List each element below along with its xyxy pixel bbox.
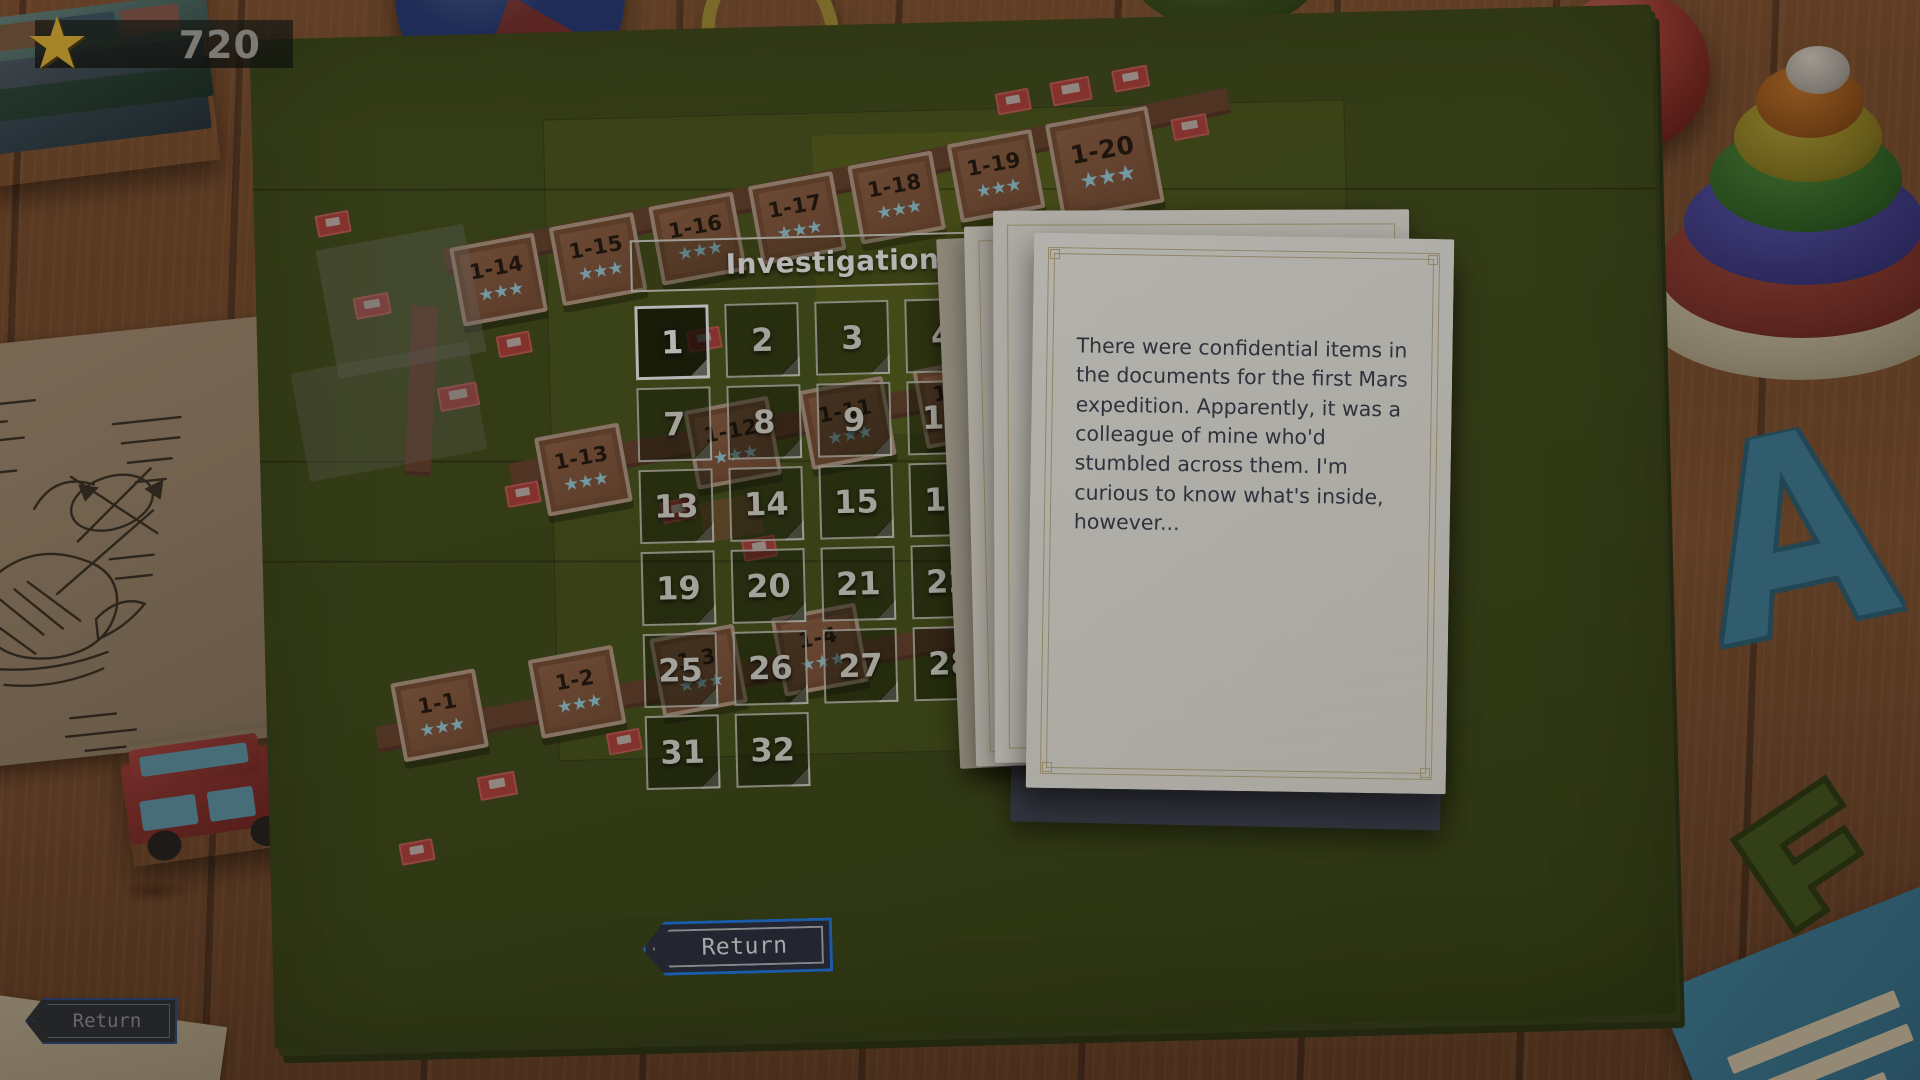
report-cell-number: 31 bbox=[659, 732, 706, 772]
toy-ring-stacker bbox=[1640, 40, 1920, 380]
level-tile[interactable]: 1-13 ★★★ bbox=[533, 422, 633, 517]
return-button[interactable]: Return bbox=[642, 917, 833, 976]
page-fold-inner-icon bbox=[696, 605, 715, 623]
report-cell-32[interactable]: 32 bbox=[734, 711, 811, 788]
document-corner-mark bbox=[1419, 767, 1431, 779]
star-count-value: 720 bbox=[178, 23, 261, 67]
report-cell-number: 8 bbox=[752, 402, 776, 442]
report-cell-13[interactable]: 13 bbox=[638, 468, 715, 545]
report-cell-21[interactable]: 21 bbox=[820, 545, 897, 622]
page-fold-inner-icon bbox=[698, 687, 717, 705]
level-tile-stars: ★★★ bbox=[874, 195, 924, 225]
report-cell-number: 3 bbox=[840, 318, 864, 358]
hud-return-label: Return bbox=[72, 1010, 142, 1032]
report-cell-number: 14 bbox=[743, 484, 790, 524]
document-page[interactable]: There were confidential items in the doc… bbox=[1025, 232, 1455, 795]
report-cell-31[interactable]: 31 bbox=[644, 714, 721, 791]
level-tile-stars: ★★★ bbox=[974, 173, 1023, 203]
pixel-car bbox=[495, 330, 533, 359]
report-cell-8[interactable]: 8 bbox=[726, 384, 803, 460]
page-fold-inner-icon bbox=[692, 441, 711, 459]
pixel-car bbox=[398, 838, 436, 866]
document-corner-mark bbox=[1427, 254, 1439, 266]
report-cell-number: 7 bbox=[662, 404, 686, 444]
report-cell-number: 15 bbox=[833, 482, 880, 522]
report-cell-25[interactable]: 25 bbox=[642, 632, 719, 709]
document-corner-mark bbox=[1049, 248, 1061, 260]
report-cell-number: 1 bbox=[660, 323, 684, 362]
report-cell-number: 20 bbox=[745, 566, 792, 606]
level-tile-stars: ★★★ bbox=[576, 256, 625, 286]
scene-root: 1-20 ★★★ 1-19 ★★★ 1-18 ★★★ 1-17 ★★★ 1-16 ★★★ 1-15 ★… bbox=[0, 0, 1920, 1080]
pixel-car bbox=[314, 209, 352, 238]
report-cell-14[interactable]: 14 bbox=[728, 466, 805, 542]
report-cell-3[interactable]: 3 bbox=[814, 299, 891, 376]
document-corner-mark bbox=[1041, 761, 1053, 773]
report-cell-number: 2 bbox=[750, 320, 774, 360]
page-fold-inner-icon bbox=[878, 682, 897, 701]
level-tile-stars: ★★★ bbox=[476, 277, 526, 307]
pixel-car bbox=[504, 480, 542, 509]
level-tile[interactable]: 1-2 ★★★ bbox=[527, 644, 627, 739]
report-cell-26[interactable]: 26 bbox=[732, 629, 809, 706]
report-cell-number: 27 bbox=[837, 646, 884, 686]
report-cell-number: 25 bbox=[657, 650, 704, 690]
return-button-label: Return bbox=[701, 932, 788, 961]
report-cell-7[interactable]: 7 bbox=[636, 386, 713, 463]
page-fold-inner-icon bbox=[870, 354, 889, 373]
report-cell-number: 32 bbox=[749, 730, 796, 770]
report-cell-19[interactable]: 19 bbox=[640, 550, 717, 627]
report-cell-number: 13 bbox=[653, 486, 700, 526]
page-fold-inner-icon bbox=[876, 600, 895, 619]
page-fold-inner-icon bbox=[701, 769, 719, 787]
report-cell-27[interactable]: 27 bbox=[822, 627, 899, 704]
report-cell-20[interactable]: 20 bbox=[730, 548, 807, 624]
level-tile[interactable]: 1-18 ★★★ bbox=[847, 150, 947, 245]
report-cell-2[interactable]: 2 bbox=[724, 302, 801, 378]
pixel-car bbox=[476, 770, 519, 802]
page-fold-inner-icon bbox=[788, 685, 807, 703]
level-tile-label: 1-1 bbox=[415, 688, 459, 719]
report-cell-number: 19 bbox=[655, 568, 702, 608]
level-tile[interactable]: 1-1 ★★★ bbox=[390, 668, 490, 763]
report-cell-number: 9 bbox=[842, 400, 866, 439]
star-counter: ★ 720 bbox=[25, 7, 293, 79]
document-panel[interactable]: There were confidential items in the doc… bbox=[936, 209, 1455, 831]
page-fold-inner-icon bbox=[791, 766, 809, 785]
level-tile[interactable]: 1-19 ★★★ bbox=[946, 128, 1046, 224]
pixel-car bbox=[1049, 75, 1093, 107]
hud-return-button[interactable]: Return bbox=[25, 998, 177, 1044]
page-fold-inner-icon bbox=[872, 436, 891, 455]
page-fold-inner-icon bbox=[694, 523, 713, 541]
page-fold-inner-icon bbox=[784, 521, 803, 539]
page-fold-inner-icon bbox=[874, 518, 893, 537]
wood-knot bbox=[120, 880, 190, 902]
star-icon: ★ bbox=[24, 1, 90, 85]
level-tile[interactable]: 1-20 ★★★ bbox=[1044, 105, 1165, 221]
report-cell-1[interactable]: 1 bbox=[634, 304, 711, 381]
report-cell-15[interactable]: 15 bbox=[818, 463, 895, 540]
document-body-text: There were confidential items in the doc… bbox=[1073, 333, 1408, 535]
pixel-car bbox=[1111, 64, 1151, 93]
page-fold-inner-icon bbox=[780, 357, 799, 375]
level-tile-stars: ★★★ bbox=[417, 713, 467, 743]
page-fold-inner-icon bbox=[689, 358, 708, 376]
level-tile-label: 1-2 bbox=[553, 664, 597, 696]
level-tile-stars: ★★★ bbox=[555, 689, 604, 719]
report-cell-9[interactable]: 9 bbox=[816, 381, 893, 458]
report-cell-number: 21 bbox=[835, 564, 882, 604]
report-cell-number: 26 bbox=[747, 648, 794, 688]
page-fold-inner-icon bbox=[786, 603, 805, 621]
level-tile-stars: ★★★ bbox=[561, 467, 610, 497]
page-fold-inner-icon bbox=[782, 439, 801, 457]
